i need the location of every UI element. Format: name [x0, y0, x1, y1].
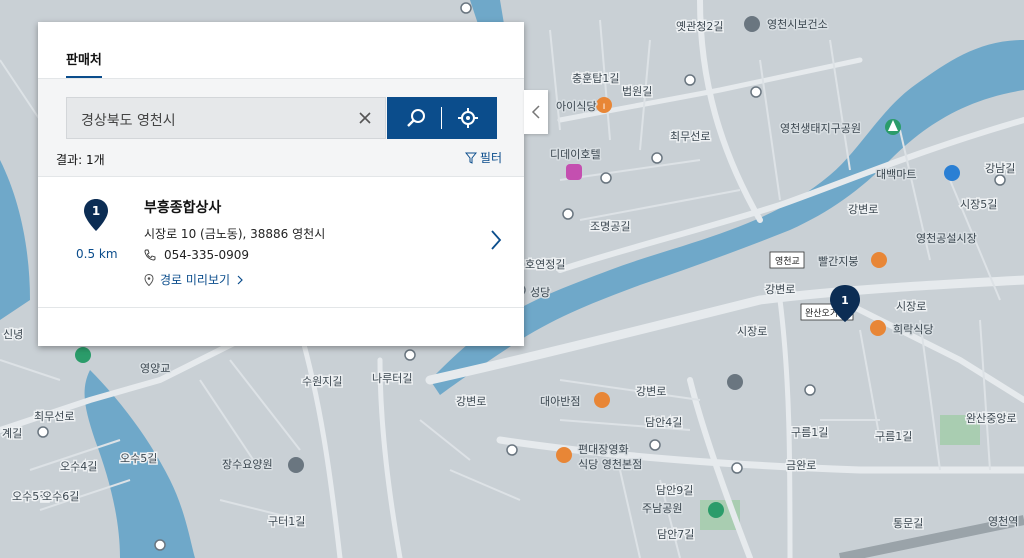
result-count: 결과: 1개 [56, 153, 105, 167]
school-icon[interactable] [727, 374, 743, 390]
locate-icon[interactable] [457, 107, 479, 129]
svg-text:구터1길: 구터1길 [268, 515, 305, 528]
svg-text:조명공길: 조명공길 [590, 220, 630, 233]
svg-text:통문길: 통문길 [893, 517, 923, 530]
phone-number[interactable]: 054-335-0909 [164, 248, 249, 262]
tab-bar: 판매처 [38, 22, 524, 79]
svg-text:디데이호텔: 디데이호텔 [550, 148, 601, 161]
svg-text:최무선로: 최무선로 [34, 410, 74, 423]
svg-text:오수5길: 오수5길 [120, 452, 157, 465]
svg-text:1: 1 [841, 294, 849, 307]
distance-label: 0.5 km [76, 247, 118, 261]
hotel-icon[interactable] [566, 164, 582, 180]
close-icon[interactable] [355, 108, 375, 128]
divider [441, 107, 442, 129]
svg-text:장수요양원: 장수요양원 [222, 458, 273, 471]
svg-text:주남공원: 주남공원 [642, 502, 682, 515]
svg-text:대백마트: 대백마트 [876, 168, 916, 181]
svg-text:구름1길: 구름1길 [875, 430, 912, 443]
svg-text:담안4길: 담안4길 [645, 416, 682, 429]
svg-text:편대장영화: 편대장영화 [578, 443, 629, 456]
svg-text:빨간지붕: 빨간지붕 [818, 255, 858, 268]
svg-text:대아반점: 대아반점 [540, 395, 580, 408]
food-icon-4[interactable] [594, 392, 610, 408]
svg-text:영천역: 영천역 [988, 514, 1018, 528]
svg-text:영천공설시장: 영천공설시장 [916, 231, 977, 245]
svg-text:계길: 계길 [2, 427, 22, 440]
svg-text:호연정길: 호연정길 [525, 258, 565, 271]
result-pin-icon: 1 [84, 199, 108, 235]
food-icon-2[interactable] [871, 252, 887, 268]
park-icon-2[interactable] [75, 347, 91, 363]
chevron-right-small-icon [237, 275, 243, 284]
svg-text:옛관청2길: 옛관청2길 [676, 20, 723, 33]
shop-icon[interactable] [944, 165, 960, 181]
svg-text:수원지길: 수원지길 [302, 375, 342, 388]
search-button[interactable] [387, 97, 497, 139]
svg-text:담안9길: 담안9길 [656, 484, 693, 497]
filter-button[interactable]: 필터 [464, 149, 502, 166]
svg-text:강변로: 강변로 [848, 203, 878, 216]
food-icon[interactable]: ı [596, 97, 612, 113]
svg-text:오수4길: 오수4길 [60, 460, 97, 473]
food-icon-5[interactable] [556, 447, 572, 463]
svg-text:담안7길: 담안7길 [657, 528, 694, 541]
filter-icon [464, 152, 477, 164]
phone-icon [144, 249, 156, 261]
svg-text:충훈탑1길: 충훈탑1길 [572, 72, 619, 85]
chevron-left-icon [531, 105, 540, 119]
park-icon-3[interactable] [708, 502, 724, 518]
hospital-icon[interactable] [288, 457, 304, 473]
route-label: 경로 미리보기 [160, 273, 231, 287]
svg-text:최무선로: 최무선로 [670, 130, 710, 143]
svg-text:강변로: 강변로 [765, 283, 795, 296]
filter-label: 필터 [479, 151, 502, 165]
svg-text:ı: ı [603, 101, 606, 112]
svg-text:법원길: 법원길 [622, 85, 652, 98]
svg-text:강변로: 강변로 [456, 395, 486, 408]
svg-text:아이식당: 아이식당 [556, 100, 596, 113]
park-icon[interactable] [885, 119, 901, 135]
svg-text:신녕: 신녕 [3, 328, 23, 341]
food-icon-3[interactable] [870, 320, 886, 336]
store-phone: 054-335-0909 [144, 248, 249, 262]
svg-text:시장로: 시장로 [737, 325, 767, 338]
svg-text:구름1길: 구름1길 [791, 426, 828, 439]
route-preview-link[interactable]: 경로 미리보기 [144, 271, 244, 288]
svg-text:오수6길: 오수6길 [42, 490, 79, 503]
store-name: 부흥종합상사 [144, 200, 222, 216]
map-label: 영천시보건소 [767, 17, 828, 31]
svg-text:1: 1 [92, 204, 100, 218]
search-field[interactable]: 경상북도 영천시 [66, 97, 386, 139]
location-pin-icon [144, 273, 154, 286]
svg-text:성당: 성당 [530, 286, 550, 299]
svg-text:강남길: 강남길 [985, 162, 1015, 175]
svg-text:시장로: 시장로 [896, 300, 926, 313]
store-address: 시장로 10 (금노동), 38886 영천시 [144, 227, 326, 241]
svg-text:식당 영천본점: 식당 영천본점 [578, 457, 642, 471]
svg-text:나루터길: 나루터길 [372, 372, 412, 385]
svg-text:영양교: 영양교 [140, 362, 170, 375]
gov-icon[interactable] [744, 16, 760, 32]
result-list-item[interactable]: 1 0.5 km 부흥종합상사 시장로 10 (금노동), 38886 영천시 … [38, 176, 524, 308]
svg-text:영천생태지구공원: 영천생태지구공원 [780, 121, 861, 135]
svg-text:금완로: 금완로 [786, 459, 816, 472]
chevron-right-icon[interactable] [490, 229, 502, 251]
search-icon[interactable] [405, 107, 427, 129]
store-locator-panel: 판매처 경상북도 영천시 결과: 1개 필터 1 0.5 km 부흥종합상사 시… [38, 22, 524, 346]
svg-text:영천교: 영천교 [775, 256, 800, 267]
svg-text:시장5길: 시장5길 [960, 198, 997, 211]
svg-text:강변로: 강변로 [636, 385, 666, 398]
search-input[interactable]: 경상북도 영천시 [81, 110, 176, 130]
collapse-panel-button[interactable] [524, 90, 548, 134]
tab-seller[interactable]: 판매처 [66, 49, 102, 78]
svg-text:희락식당: 희락식당 [893, 323, 933, 336]
svg-text:완산중앙로: 완산중앙로 [966, 412, 1017, 425]
